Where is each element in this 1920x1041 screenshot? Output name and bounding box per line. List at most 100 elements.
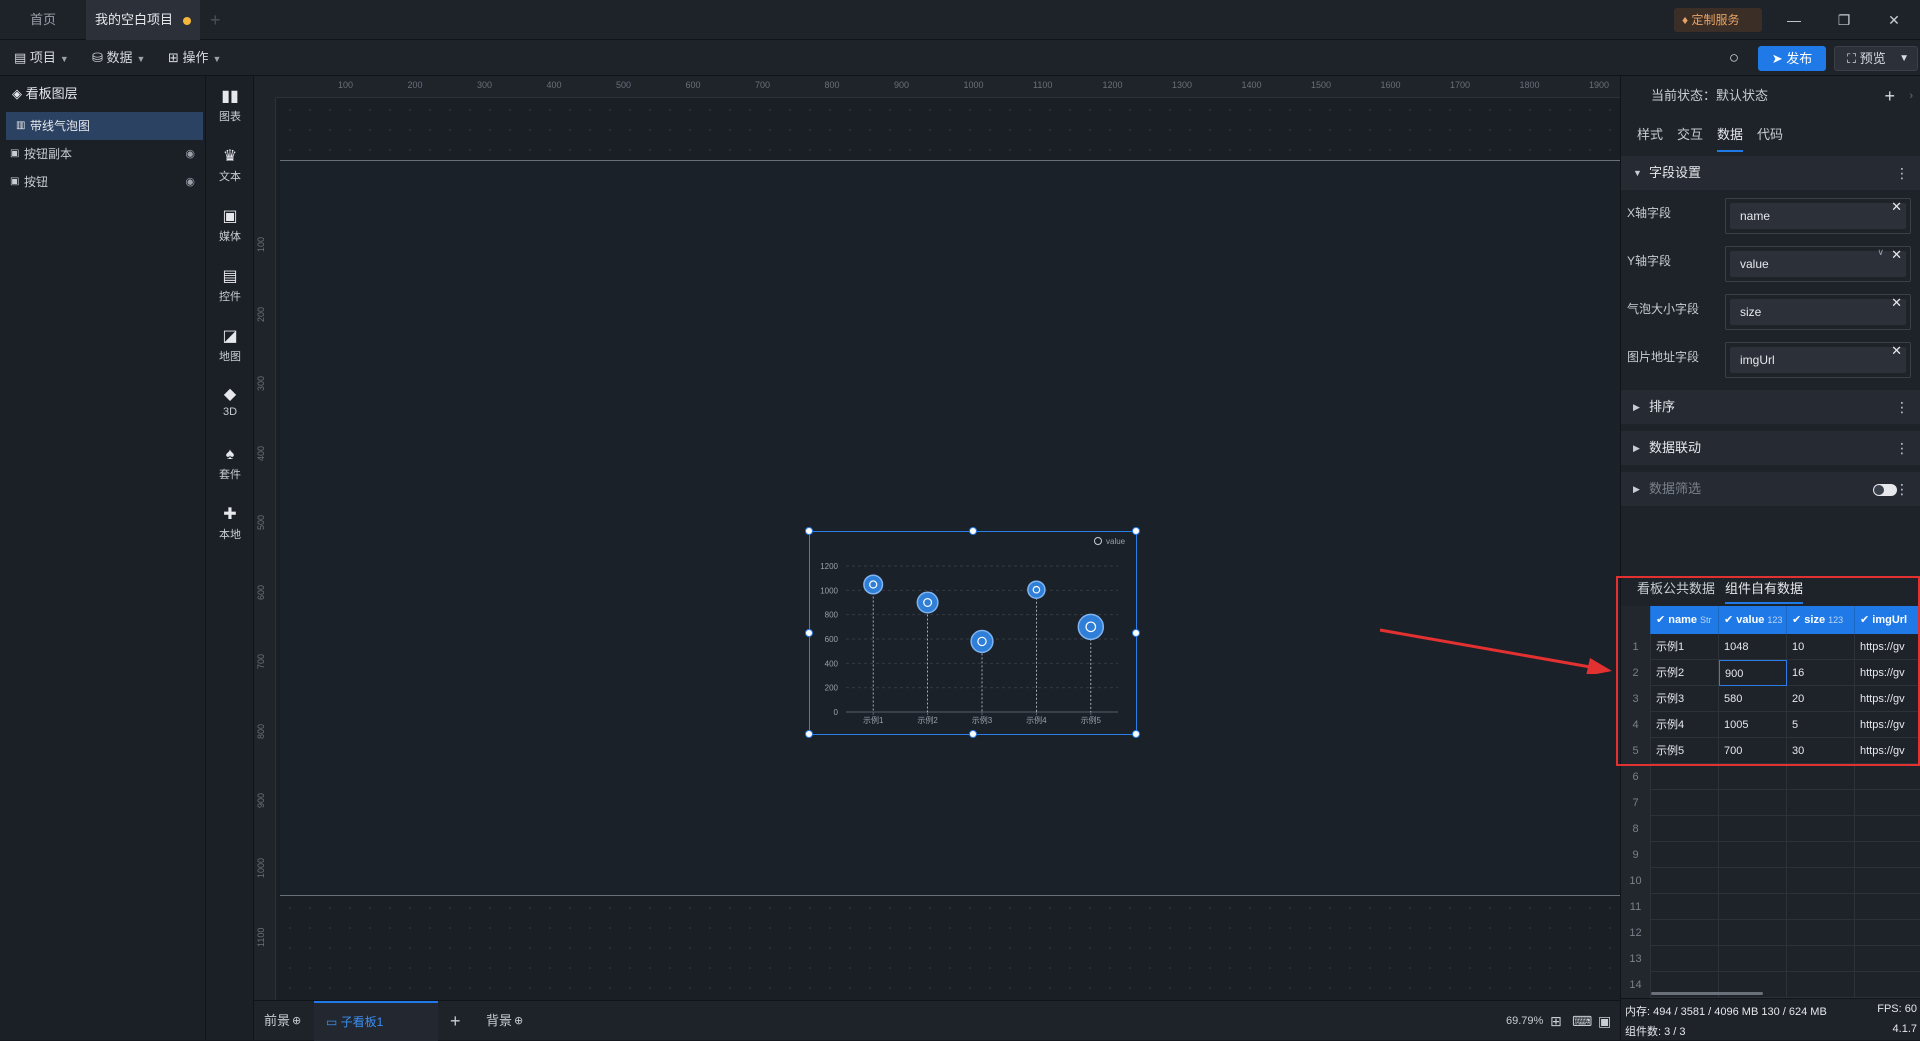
category-map[interactable]: ◪ 地图 [206, 328, 254, 364]
layer-item-button-copy[interactable]: ▣ 按钮副本 ◉ [0, 140, 205, 168]
chevron-down-icon[interactable]: ▼ [1899, 47, 1909, 70]
restore-icon[interactable]: ❐ [1824, 0, 1864, 40]
table-cell[interactable] [1855, 764, 1920, 790]
table-row[interactable]: 13 [1621, 946, 1920, 972]
tab-data[interactable]: 数据 [1717, 118, 1744, 152]
chevron-down-icon[interactable]: ∨ [1877, 247, 1884, 258]
data-filter-section[interactable]: ▶ 数据筛选 ⋮ [1621, 472, 1920, 506]
table-cell[interactable] [1719, 894, 1787, 920]
table-cell[interactable] [1787, 972, 1855, 998]
tab-interaction[interactable]: 交互 [1677, 118, 1703, 152]
category-text[interactable]: ♛ 文本 [206, 148, 254, 184]
table-cell[interactable] [1855, 894, 1920, 920]
table-cell[interactable] [1719, 868, 1787, 894]
category-widget[interactable]: ▤ 控件 [206, 268, 254, 304]
table-cell[interactable] [1651, 868, 1719, 894]
minimize-icon[interactable]: — [1774, 0, 1814, 40]
resize-handle[interactable] [1132, 629, 1140, 637]
more-vertical-icon[interactable]: ⋮ [1895, 390, 1909, 424]
clear-icon[interactable]: ✕ [1891, 199, 1902, 215]
custom-service-button[interactable]: ♦ 定制服务 [1674, 8, 1762, 32]
add-subboard-icon[interactable]: + [450, 1001, 461, 1041]
board-stage[interactable]: 0 200 400 600 800 1000 1200 示例1 示例2 示例3 示例4 示例5 valu… [280, 160, 1620, 896]
table-cell[interactable] [1787, 946, 1855, 972]
table-row[interactable]: 7 [1621, 790, 1920, 816]
table-row[interactable]: 6 [1621, 764, 1920, 790]
project-menu[interactable]: ▤ 项目 ▼ [14, 40, 69, 76]
table-cell[interactable] [1787, 894, 1855, 920]
add-circle-icon[interactable]: ⊕ [514, 1015, 523, 1027]
x-field-select[interactable]: name ✕ [1725, 198, 1911, 234]
clear-icon[interactable]: ✕ [1891, 295, 1902, 311]
table-cell[interactable] [1651, 816, 1719, 842]
canvas-area[interactable]: 100 200 300 400 500 600 700 800 900 1000 1100 1200 1… [254, 76, 1620, 1000]
layer-item-button[interactable]: ▣ 按钮 ◉ [0, 168, 205, 196]
table-cell[interactable] [1787, 868, 1855, 894]
table-cell[interactable] [1855, 842, 1920, 868]
field-settings-section[interactable]: ▼ 字段设置 ⋮ [1621, 156, 1920, 190]
table-cell[interactable] [1855, 816, 1920, 842]
table-cell[interactable] [1855, 920, 1920, 946]
table-cell[interactable] [1787, 790, 1855, 816]
table-cell[interactable] [1719, 920, 1787, 946]
tab-project[interactable]: 我的空白项目 [86, 0, 200, 40]
size-field-select[interactable]: size ✕ [1725, 294, 1911, 330]
table-row[interactable]: 11 [1621, 894, 1920, 920]
more-vertical-icon[interactable]: ⋮ [1895, 472, 1909, 506]
close-icon[interactable]: ✕ [1874, 0, 1914, 40]
eye-hidden-icon[interactable]: ◉ [185, 168, 195, 196]
resize-handle[interactable] [805, 527, 813, 535]
clear-icon[interactable]: ✕ [1891, 343, 1902, 359]
table-cell[interactable] [1787, 816, 1855, 842]
publish-button[interactable]: ➤ 发布 [1758, 46, 1826, 71]
table-cell[interactable] [1719, 842, 1787, 868]
table-row[interactable]: 10 [1621, 868, 1920, 894]
add-circle-icon[interactable]: ⊕ [292, 1015, 301, 1027]
table-cell[interactable] [1787, 920, 1855, 946]
clear-icon[interactable]: ✕ [1891, 247, 1902, 263]
sort-section[interactable]: ▶ 排序 ⋮ [1621, 390, 1920, 424]
resize-handle[interactable] [969, 527, 977, 535]
table-cell[interactable] [1855, 790, 1920, 816]
chevron-right-icon[interactable]: › [1909, 76, 1913, 116]
table-cell[interactable] [1651, 920, 1719, 946]
table-cell[interactable] [1719, 764, 1787, 790]
table-horizontal-scrollbar[interactable] [1651, 992, 1763, 995]
table-cell[interactable] [1719, 946, 1787, 972]
preview-button[interactable]: ⛶ 预览 ▼ [1834, 46, 1918, 71]
terminal-icon[interactable]: ▣ [1598, 1001, 1611, 1041]
more-vertical-icon[interactable]: ⋮ [1895, 156, 1909, 190]
img-field-select[interactable]: imgUrl ✕ [1725, 342, 1911, 378]
bubble-chart-component[interactable]: 0 200 400 600 800 1000 1200 示例1 示例2 示例3 示例4 示例5 valu… [805, 527, 1140, 738]
category-3d[interactable]: ◆ 3D [206, 386, 254, 418]
foreground-tab[interactable]: 前景 ⊕ [264, 1001, 301, 1041]
category-media[interactable]: ▣ 媒体 [206, 208, 254, 244]
table-cell[interactable] [1651, 894, 1719, 920]
tab-code[interactable]: 代码 [1757, 118, 1783, 152]
data-linkage-section[interactable]: ▶ 数据联动 ⋮ [1621, 431, 1920, 465]
table-cell[interactable] [1651, 842, 1719, 868]
table-cell[interactable] [1787, 764, 1855, 790]
resize-handle[interactable] [805, 629, 813, 637]
resize-handle[interactable] [969, 730, 977, 738]
table-row[interactable]: 8 [1621, 816, 1920, 842]
data-menu[interactable]: ⛁ 数据 ▼ [92, 40, 145, 76]
tab-style[interactable]: 样式 [1637, 118, 1663, 152]
more-vertical-icon[interactable]: ⋮ [1895, 431, 1909, 465]
keyboard-icon[interactable]: ⌨ [1572, 1001, 1592, 1041]
category-local[interactable]: ✚ 本地 [206, 506, 254, 542]
resize-handle[interactable] [805, 730, 813, 738]
table-cell[interactable] [1855, 946, 1920, 972]
category-chart[interactable]: ▮▮ 图表 [206, 88, 254, 124]
background-tab[interactable]: 背景 ⊕ [486, 1001, 523, 1041]
filter-toggle[interactable] [1873, 484, 1897, 496]
table-cell[interactable] [1651, 946, 1719, 972]
current-state-label[interactable]: 当前状态：默认状态 [1651, 88, 1768, 103]
category-suite[interactable]: ♠ 套件 [206, 446, 254, 482]
zoom-level[interactable]: 69.79% [1506, 1001, 1543, 1041]
table-cell[interactable] [1651, 790, 1719, 816]
operate-menu[interactable]: ⊞ 操作 ▼ [168, 40, 221, 76]
add-state-icon[interactable]: + [1884, 76, 1895, 116]
table-cell[interactable] [1651, 764, 1719, 790]
add-tab-icon[interactable]: + [210, 0, 221, 40]
